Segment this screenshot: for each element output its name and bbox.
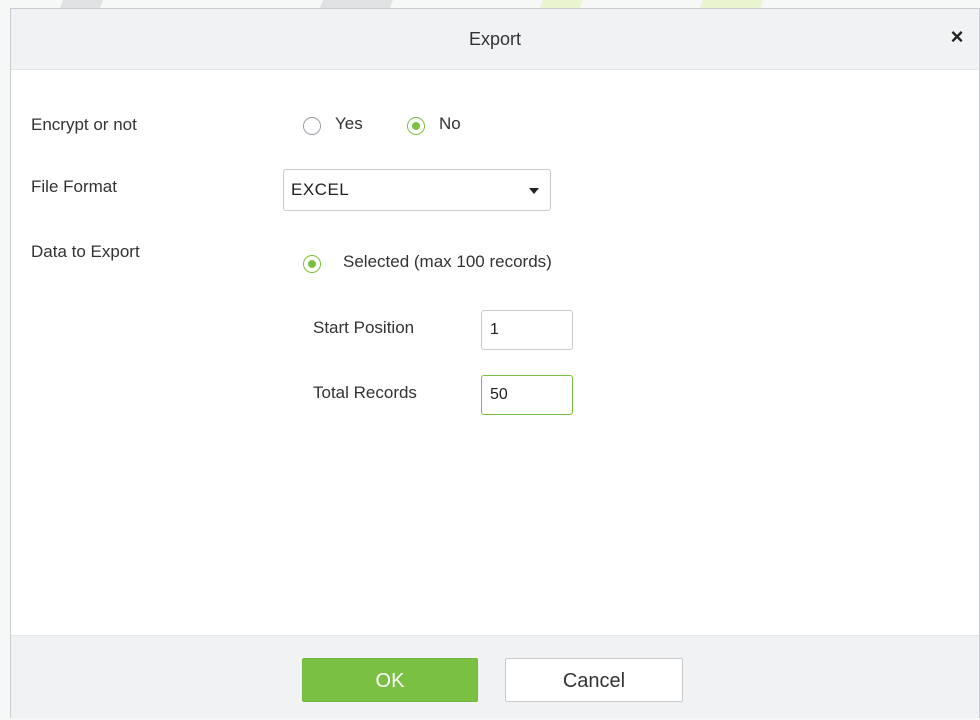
encrypt-no-label[interactable]: No <box>439 114 461 134</box>
selected-records-radio[interactable] <box>303 255 321 273</box>
dialog-title: Export <box>468 29 522 49</box>
encrypt-yes-radio[interactable] <box>303 117 321 135</box>
close-icon[interactable]: × <box>943 23 971 51</box>
file-format-label: File Format <box>31 177 117 196</box>
dialog-footer: OK Cancel <box>11 635 979 718</box>
export-dialog: Export × Encrypt or not Yes No File Form… <box>10 8 980 718</box>
selected-records-label[interactable]: Selected (max 100 records) <box>343 252 552 272</box>
file-format-value: EXCEL <box>291 180 350 199</box>
cancel-button[interactable]: Cancel <box>505 658 683 702</box>
chevron-down-icon <box>529 188 539 194</box>
total-records-label: Total Records <box>313 383 417 402</box>
encrypt-label: Encrypt or not <box>31 115 137 134</box>
start-position-input[interactable] <box>481 310 573 350</box>
file-format-select[interactable]: EXCEL <box>283 169 551 211</box>
dialog-header: Export × <box>11 9 979 70</box>
encrypt-no-radio[interactable] <box>407 117 425 135</box>
data-to-export-label: Data to Export <box>31 242 140 261</box>
total-records-input[interactable] <box>481 375 573 415</box>
ok-button[interactable]: OK <box>302 658 478 702</box>
start-position-label: Start Position <box>313 318 415 337</box>
encrypt-yes-label[interactable]: Yes <box>335 114 363 134</box>
